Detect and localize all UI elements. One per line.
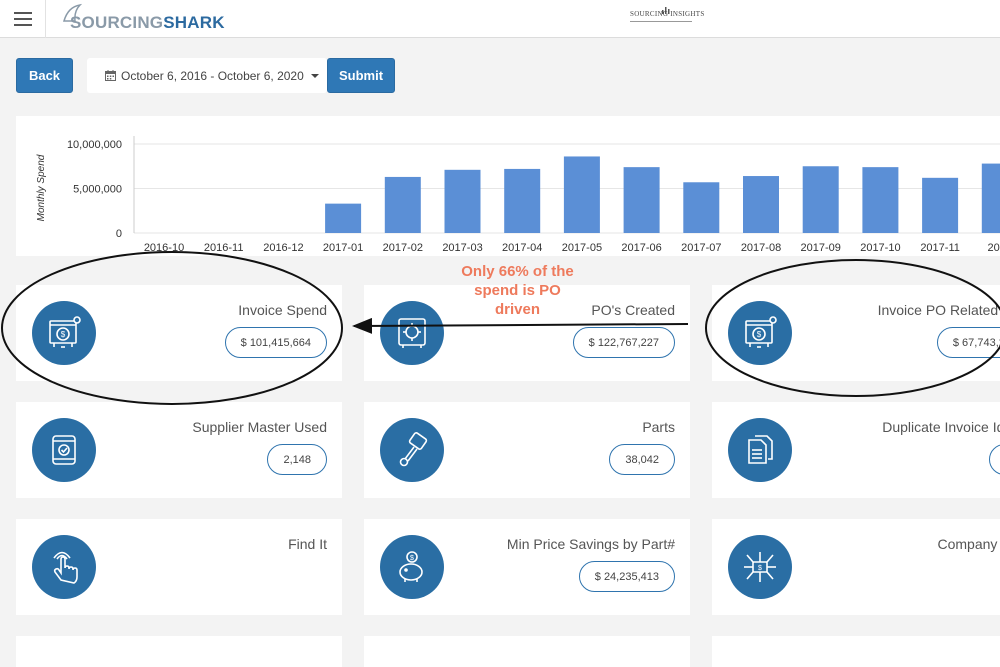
kpi-card-title: Parts <box>642 419 675 435</box>
chart-bar <box>922 177 959 233</box>
chart-x-tick-label: 2017 <box>988 242 1000 254</box>
annotation-line-3: driven <box>494 301 540 318</box>
partner-logo-text: SOURCING INSIGHTS <box>630 10 705 18</box>
kpi-card-empty <box>16 636 342 667</box>
date-range-picker[interactable]: October 6, 2016 - October 6, 2020 <box>87 58 327 93</box>
hamburger-menu-icon[interactable] <box>0 0 46 38</box>
submit-button[interactable]: Submit <box>327 58 395 93</box>
invoice-money-icon: $ <box>32 301 96 365</box>
chart-bar <box>384 176 421 233</box>
duplicate-document-icon <box>728 418 792 482</box>
kpi-card-8[interactable]: $ Min Price Savings by Part# $ 24,235,413 <box>364 519 690 615</box>
kpi-card-value: 38,042 <box>609 444 675 475</box>
chart-bar <box>743 176 779 233</box>
chart-y-tick-label: 5,000,000 <box>73 184 122 196</box>
monthly-spend-chart: 10,000,000 5,000,000 0 Monthly Spend 2016-10… <box>16 116 1000 256</box>
kpi-card-title: Supplier Master Used <box>192 419 327 435</box>
kpi-card-value: $ 101,415,664 <box>224 327 327 358</box>
kpi-card-empty <box>712 636 1000 667</box>
kpi-card-3[interactable]: $ Invoice PO Related Spe $ 67,743,22 <box>712 285 1000 381</box>
kpi-card-6[interactable]: Duplicate Invoice Identi $ <box>712 402 1000 498</box>
chart-x-tick-label: 2017-10 <box>860 242 900 254</box>
chevron-down-icon <box>310 73 319 78</box>
kpi-card-title: Find It <box>288 536 327 552</box>
kpi-card-title: Company Rep <box>937 536 1000 552</box>
chart-y-tick-label: 10,000,000 <box>67 139 122 151</box>
kpi-card-title: Min Price Savings by Part# <box>506 536 675 552</box>
kpi-card-4[interactable]: Supplier Master Used 2,148 <box>16 402 342 498</box>
sourcing-shark-logo[interactable]: SOURCINGSHARK <box>62 3 224 35</box>
svg-text:$: $ <box>61 330 66 339</box>
kpi-card-title: PO's Created <box>591 302 675 318</box>
kpi-card-title: Invoice Spend <box>238 302 327 318</box>
piston-part-icon <box>380 418 444 482</box>
kpi-card-1[interactable]: $ Invoice Spend $ 101,415,664 <box>16 285 342 381</box>
date-range-text: October 6, 2016 - October 6, 2020 <box>121 68 304 83</box>
chart-x-tick-label: 2017-01 <box>323 242 363 254</box>
kpi-card-empty <box>364 636 690 667</box>
kpi-card-value: 2,148 <box>267 444 327 475</box>
svg-text:$: $ <box>758 565 762 572</box>
kpi-card-title: Duplicate Invoice Identi <box>882 419 1000 435</box>
kpi-card-value: $ 122,767,227 <box>572 327 675 358</box>
chart-x-tick-label: 2017-05 <box>562 242 602 254</box>
chart-bar <box>444 169 481 233</box>
chart-y-tick-label: 0 <box>116 228 122 240</box>
annotation-line-1: Only 66% of the <box>461 263 574 280</box>
logo-part2: SHARK <box>163 13 225 32</box>
chart-x-tick-label: 2016-10 <box>144 242 184 254</box>
chart-x-tick-label: 2017-03 <box>442 242 482 254</box>
svg-text:$: $ <box>757 330 762 339</box>
piggy-bank-icon: $ <box>380 535 444 599</box>
logo-part1: SOURCING <box>70 13 164 32</box>
chart-x-tick-label: 2016-12 <box>263 242 303 254</box>
top-bar: SOURCINGSHARK SOURCING INSIGHTS <box>0 0 1000 38</box>
money-network-icon: $ <box>728 535 792 599</box>
invoice-money-icon: $ <box>728 301 792 365</box>
chart-bar <box>981 163 1000 233</box>
chart-x-tick-label: 2017-04 <box>502 242 542 254</box>
kpi-card-title: Invoice PO Related Spe <box>877 302 1000 318</box>
hand-pointer-icon <box>32 535 96 599</box>
kpi-card-value: $ 24,235,413 <box>578 561 675 592</box>
chart-bar <box>563 156 600 233</box>
barrel-check-icon <box>32 418 96 482</box>
chart-bar <box>802 166 839 233</box>
chart-x-tick-label: 2017-08 <box>741 242 781 254</box>
svg-text:$: $ <box>410 555 414 562</box>
chart-x-tick-label: 2016-11 <box>204 242 244 254</box>
kpi-card-9[interactable]: $ Company Rep <box>712 519 1000 615</box>
kpi-card-value: $ 67,743,22 <box>936 327 1000 358</box>
safe-vault-icon <box>380 301 444 365</box>
partner-logo-divider <box>630 21 692 22</box>
chart-x-tick-label: 2017-11 <box>920 242 960 254</box>
calendar-icon <box>105 70 116 81</box>
kpi-card-7[interactable]: Find It <box>16 519 342 615</box>
kpi-card-5[interactable]: Parts 38,042 <box>364 402 690 498</box>
chart-bar <box>504 168 541 233</box>
chart-x-tick-label: 2017-07 <box>681 242 721 254</box>
annotation-line-2: spend is PO <box>474 282 561 299</box>
chart-svg: 10,000,000 5,000,000 0 Monthly Spend 2016-10… <box>36 136 1000 254</box>
annotation-note: Only 66% of the spend is PO driven <box>440 262 595 319</box>
chart-x-tick-label: 2017-02 <box>383 242 423 254</box>
chart-x-tick-label: 2017-06 <box>621 242 661 254</box>
chart-bar <box>683 182 720 233</box>
back-button[interactable]: Back <box>16 58 73 93</box>
sourcing-insights-logo: SOURCING INSIGHTS <box>630 6 704 28</box>
logo-text: SOURCINGSHARK <box>70 13 225 33</box>
chart-y-axis-label: Monthly Spend <box>36 154 47 221</box>
chart-bar <box>325 203 362 233</box>
chart-bar <box>623 167 660 233</box>
chart-bar <box>862 167 899 233</box>
kpi-card-value: $ <box>988 444 1000 475</box>
chart-x-tick-label: 2017-09 <box>801 242 841 254</box>
